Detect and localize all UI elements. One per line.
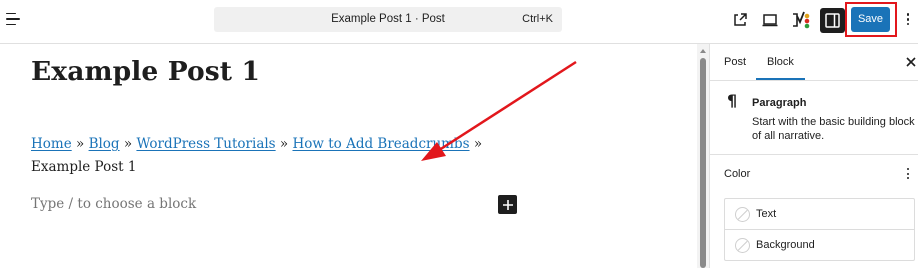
breadcrumb-link-how-to-add-breadcrumbs[interactable]: How to Add Breadcrumbs — [292, 136, 469, 152]
paragraph-icon: ¶ — [727, 91, 738, 110]
close-icon[interactable] — [904, 55, 918, 69]
block-placeholder[interactable]: Type / to choose a block — [31, 196, 196, 212]
text-color-option[interactable]: Text — [725, 199, 914, 230]
breadcrumb-link-home[interactable]: Home — [31, 136, 72, 152]
add-block-icon[interactable] — [498, 195, 517, 214]
save-button[interactable]: Save — [851, 7, 890, 32]
color-option-label: Background — [756, 239, 815, 251]
scrollbar-thumb[interactable] — [700, 58, 706, 268]
color-options-icon[interactable] — [905, 166, 911, 182]
breadcrumb-separator: » — [473, 136, 483, 152]
command-palette-bar[interactable]: Example Post 1 · Post Ctrl+K — [214, 7, 562, 32]
document-overview-icon[interactable] — [3, 8, 25, 30]
active-tab-indicator — [756, 78, 805, 80]
breadcrumb-current: Example Post 1 — [31, 159, 137, 175]
color-panel-title: Color — [724, 168, 751, 180]
command-palette-title: Example Post 1 · Post — [331, 13, 445, 25]
external-link-icon[interactable] — [731, 11, 749, 29]
color-settings-list: Text Background — [724, 198, 915, 261]
tab-block[interactable]: Block — [767, 56, 794, 68]
no-color-swatch-icon — [735, 238, 750, 253]
no-color-swatch-icon — [735, 207, 750, 222]
sidebar-settings-icon[interactable] — [820, 8, 845, 33]
color-panel: Color Text Background — [710, 155, 918, 268]
block-name: Paragraph — [752, 97, 807, 109]
color-option-label: Text — [756, 208, 777, 220]
tab-post[interactable]: Post — [724, 56, 746, 68]
breadcrumb-link-blog[interactable]: Blog — [89, 136, 120, 152]
post-title[interactable]: Example Post 1 — [31, 56, 260, 87]
breadcrumb-link-wordpress-tutorials[interactable]: WordPress Tutorials — [136, 136, 275, 152]
editor-toolbar: Example Post 1 · Post Ctrl+K Save — [0, 0, 918, 44]
block-card: ¶ Paragraph Start with the basic buildin… — [710, 81, 918, 155]
kebab-menu-icon[interactable] — [904, 11, 912, 29]
desktop-preview-icon[interactable] — [761, 11, 779, 29]
breadcrumb-separator: » — [76, 136, 85, 152]
breadcrumb-separator: » — [279, 136, 289, 152]
breadcrumb-separator: » — [123, 136, 133, 152]
settings-sidebar: Post Block ¶ Paragraph Start with the ba… — [709, 44, 918, 268]
scroll-up-icon[interactable] — [700, 49, 706, 53]
command-palette-shortcut: Ctrl+K — [522, 13, 553, 25]
block-description: Start with the basic building block of a… — [752, 116, 915, 142]
editor-scrollbar[interactable] — [697, 44, 709, 268]
sidebar-tabs: Post Block — [710, 44, 918, 81]
breadcrumb[interactable]: Home » Blog » WordPress Tutorials » How … — [31, 133, 531, 179]
yoast-seo-icon[interactable] — [790, 11, 812, 29]
background-color-option[interactable]: Background — [725, 230, 914, 261]
